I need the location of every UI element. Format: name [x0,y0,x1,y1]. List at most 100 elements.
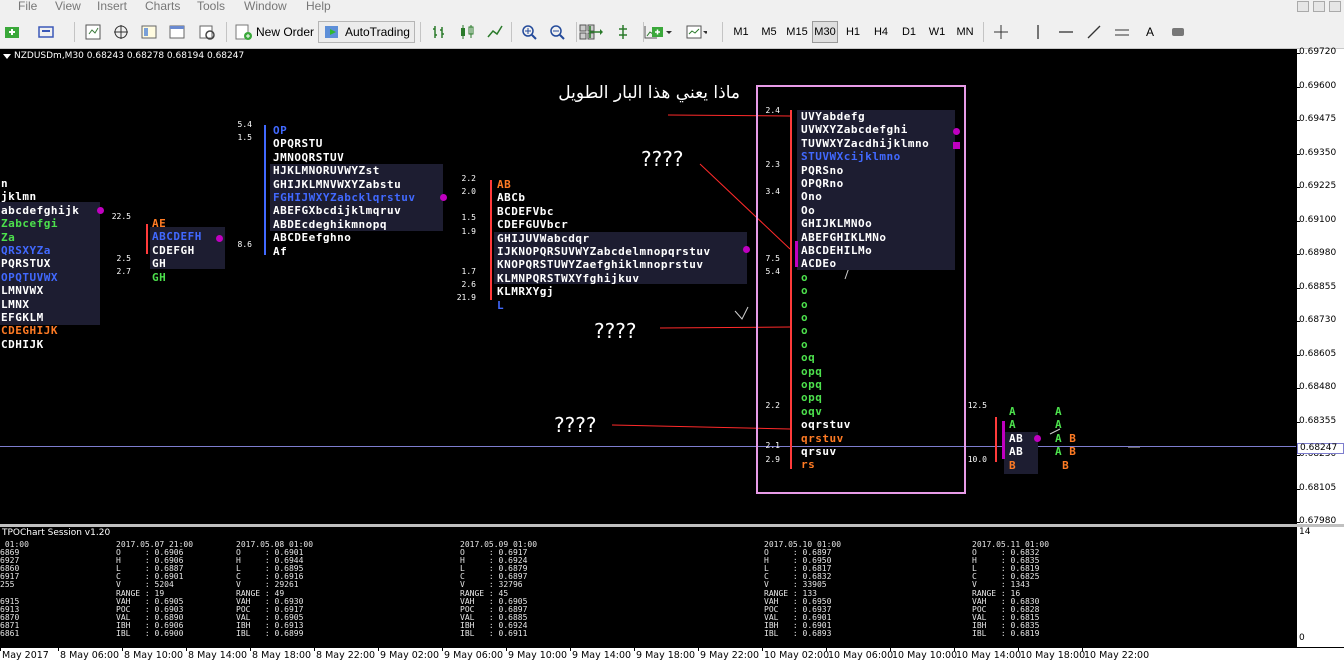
timeframe-m5[interactable]: M5 [756,21,782,43]
tpo-row: OPQRno [801,177,844,190]
tpo-letters: HJKLMNORUVWYZst [273,164,380,178]
tpo-letters: A [1009,405,1017,418]
menu-file[interactable]: File [18,0,37,13]
tpo-letters: JMNOQRSTUV [273,150,345,164]
tpo-letters: CDEFGUVbcr [497,218,569,232]
tpo-letters: KLMNPQRSTWXYfghijkuv [497,271,640,285]
timeframe-h1[interactable]: H1 [840,21,866,43]
line-chart-icon[interactable] [484,21,506,43]
time-tick [570,648,571,651]
tpo-letters: GHIJKLMNVWXYZabstu [273,177,402,191]
price-label: 0.69225 [1299,181,1337,191]
question-annotation-2[interactable]: ???? [594,319,636,343]
timeframe-d1[interactable]: D1 [896,21,922,43]
time-axis[interactable]: May 2017 8 May 06:00 8 May 10:00 8 May 14:0… [0,647,1344,669]
symbol-menu-icon[interactable] [3,54,11,59]
menu-tools[interactable]: Tools [197,0,225,13]
session-stats: 01:00 6869 6927 6860 6917 255 6915 6913 … [0,540,29,639]
tpo-letters: B [1009,458,1017,472]
time-tick [762,648,763,651]
tpo-letters: GH [152,270,167,284]
bar-chart-icon[interactable] [428,21,450,43]
tpo-row: ABCb [497,191,526,204]
tpo-letters: opq [801,364,823,378]
time-tick [826,648,827,651]
timeframe-w1[interactable]: W1 [924,21,950,43]
indicator-subwindow[interactable]: TPOChart Session v1.20 01:00 6869 6927 6… [0,527,1296,647]
time-tick [0,648,1,651]
label-tool-icon[interactable] [1167,21,1189,43]
tpo-letters: BCDEFVbc [497,204,554,218]
tpo-row: PQRSno [801,164,844,177]
time-label: 9 May 18:00 [636,650,696,661]
new-order-button[interactable]: New Order [231,21,318,43]
menu-view[interactable]: View [55,0,81,13]
time-label: 10 May 10:00 [892,650,958,661]
chart-area[interactable]: NZDUSDm,M30 0.68243 0.68278 0.68194 0.68… [0,49,1296,524]
restore-icon[interactable] [1313,1,1325,12]
auto-scroll-icon[interactable] [612,21,634,43]
tpo-row: qrsuv [801,445,837,458]
question-annotation-3[interactable]: ???? [554,413,596,437]
new-chart-icon[interactable] [2,21,24,43]
timeframe-m30[interactable]: M30 [812,21,838,43]
question-annotation-1[interactable]: ???? [641,147,683,171]
tpo-row: qrstuv [801,432,844,445]
tpo-row: A [1009,405,1016,418]
timeframe-mn[interactable]: MN [952,21,978,43]
data-window-icon[interactable] [110,21,132,43]
zoom-in-icon[interactable] [518,21,540,43]
session-stats: 2017.05.09 01:00 O : 0.6917 H : 0.6924 L… [460,540,538,639]
arabic-annotation[interactable]: ماذا يعني هذا البار الطويل [534,83,740,103]
tpo-row: GHIJUVWabcdqr [497,232,590,245]
close-icon[interactable] [1329,1,1341,12]
menu-help[interactable]: Help [306,0,331,13]
tpo-letters: LMNX [1,297,30,311]
timeframe-h4[interactable]: H4 [868,21,894,43]
navigator-icon[interactable] [138,21,160,43]
templates-icon[interactable] [685,21,707,43]
tpo-letters: ABCDEefghno [273,231,352,245]
tpo-letters: ABEFGHIKLMNo [801,230,887,244]
tpo-value-label: 2.3 [765,160,780,169]
tpo-letters: EFGKLM [1,311,44,324]
tpo-letters: LMNVWX [1,284,44,298]
profiles-icon[interactable] [36,21,58,43]
tpo-row: B [1055,459,1069,472]
tpo-row: A B [1055,445,1076,458]
market-watch-icon[interactable] [82,21,104,43]
vertical-line-icon[interactable] [1027,21,1049,43]
price-label: 0.68105 [1299,482,1337,493]
tpo-value-label: 22.5 [111,212,131,221]
autotrading-button[interactable]: AutoTrading [318,21,415,43]
tpo-row: OP [273,124,287,137]
horizontal-line-icon[interactable] [1055,21,1077,43]
price-label: 0.69350 [1299,147,1337,158]
timeframe-m15[interactable]: M15 [784,21,810,43]
tpo-letters: GHIJKLMNOo [801,217,873,231]
candlestick-icon[interactable] [456,21,478,43]
indicators-icon[interactable] [650,21,672,43]
terminal-icon[interactable] [166,21,188,43]
channel-icon[interactable] [1111,21,1133,43]
zoom-out-icon[interactable] [546,21,568,43]
tpo-letters: oqv [801,404,823,418]
tpo-letters: GH [152,257,167,271]
text-tool-icon[interactable]: A [1139,21,1161,43]
price-label: 0.68480 [1299,382,1337,392]
tpo-row: TUVWXYZacdhijklmno [801,137,929,150]
tpo-letters: B [1062,445,1077,459]
timeframe-m1[interactable]: M1 [728,21,754,43]
menu-charts[interactable]: Charts [145,0,180,13]
tester-icon[interactable] [196,21,218,43]
time-label: 10 May 14:00 [956,650,1022,661]
tpo-letters: Zabcefgi [1,217,58,231]
crosshair-icon[interactable] [990,21,1012,43]
trendline-icon[interactable] [1083,21,1105,43]
minimize-icon[interactable] [1297,1,1309,12]
tpo-row: GHIJKLMNOo [801,217,872,230]
tpo-value-label: 1.9 [461,227,476,236]
menu-window[interactable]: Window [244,0,287,13]
menu-insert[interactable]: Insert [97,0,127,13]
chart-shift-icon[interactable] [584,21,606,43]
